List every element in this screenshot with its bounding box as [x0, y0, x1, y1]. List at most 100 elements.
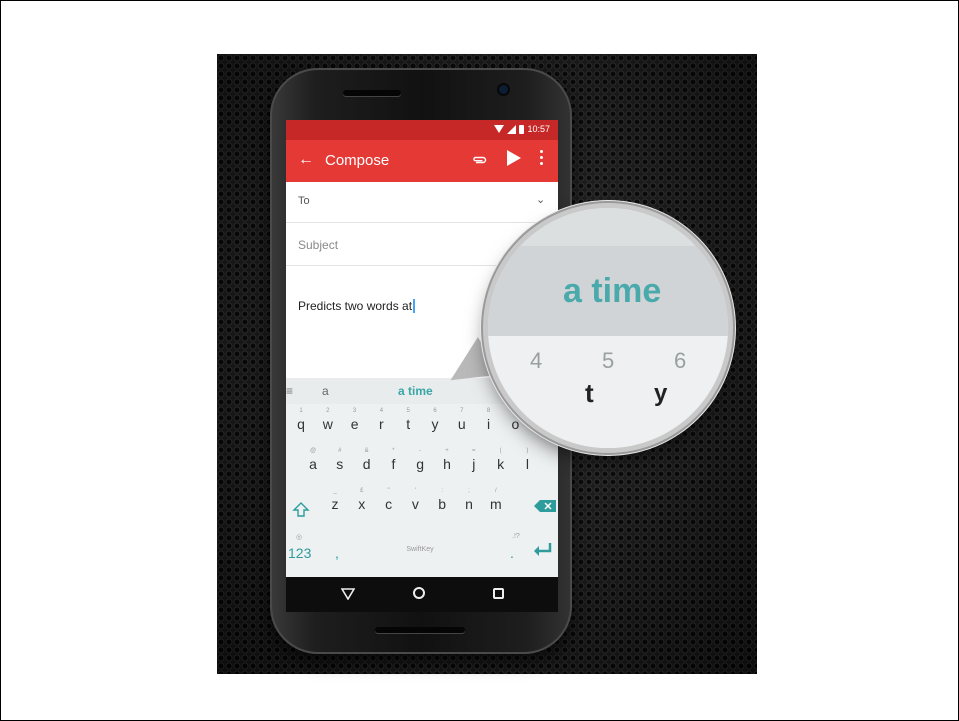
magnified-number: 4: [530, 348, 543, 373]
key-m[interactable]: / m: [483, 484, 509, 524]
shift-icon[interactable]: [292, 501, 310, 519]
key-b[interactable]: :b: [429, 484, 455, 524]
key-secondary-label: @: [309, 448, 317, 454]
keyboard-row-2: @ a # s & d * f - g + h = j(k) l: [286, 444, 558, 484]
signal-icon: [507, 124, 517, 134]
key-label: a: [309, 456, 317, 472]
key-label: r: [379, 416, 384, 432]
to-label: To: [298, 195, 310, 207]
key-secondary-label: =: [472, 448, 476, 454]
status-time: 10:57: [527, 124, 550, 134]
bottom-speaker: [375, 627, 465, 633]
text-cursor: [413, 299, 415, 313]
key-label: c: [385, 496, 393, 512]
chevron-down-icon[interactable]: ⌄: [536, 193, 545, 206]
key-secondary-label: -: [419, 448, 422, 454]
key-label: f: [391, 456, 396, 472]
key-y[interactable]: 6y: [422, 404, 448, 444]
key-secondary-label: :: [441, 488, 444, 494]
swiftkey-logo: SwiftKey: [406, 546, 434, 553]
key-l[interactable]: ) l: [514, 444, 540, 484]
magnified-number: 5: [602, 348, 615, 373]
key-n[interactable]: ; n: [456, 484, 482, 524]
magnified-letter: y: [654, 380, 668, 407]
key-secondary-label: 6: [433, 408, 437, 414]
key-secondary-label: ': [414, 488, 416, 494]
status-bar: 10:57: [286, 120, 558, 140]
key-secondary-label: *: [392, 448, 395, 454]
page-title: Compose: [325, 152, 390, 169]
front-camera: [499, 85, 508, 94]
menu-icon[interactable]: ≡: [286, 384, 293, 398]
numbers-key[interactable]: 123: [288, 545, 311, 561]
space-key[interactable]: SwiftKey: [350, 538, 490, 562]
key-label: n: [465, 496, 473, 512]
key-secondary-label: 2: [326, 408, 330, 414]
backspace-icon[interactable]: [534, 500, 556, 512]
key-d[interactable]: & d: [354, 444, 380, 484]
key-secondary-label: /: [494, 488, 497, 494]
period-alt-label: .!?: [512, 533, 520, 540]
nav-recents-icon[interactable]: [493, 588, 504, 599]
key-label: h: [443, 456, 451, 472]
key-secondary-label: +: [445, 448, 449, 454]
magnified-prediction: a time: [563, 272, 662, 310]
key-secondary-label: 1: [299, 408, 303, 414]
status-icons: 10:57: [494, 124, 550, 134]
key-z[interactable]: _ z: [322, 484, 348, 524]
key-r[interactable]: 4r: [368, 404, 394, 444]
key-secondary-label: &: [364, 448, 369, 454]
key-h[interactable]: + h: [434, 444, 460, 484]
magnified-letter: t: [585, 378, 594, 408]
navigation-bar: [286, 577, 558, 612]
key-label: v: [411, 496, 419, 512]
key-label: l: [525, 456, 529, 472]
key-label: b: [438, 496, 447, 512]
period-key[interactable]: .: [510, 545, 514, 561]
enter-icon[interactable]: [533, 542, 553, 556]
key-t[interactable]: 5t: [395, 404, 421, 444]
key-g[interactable]: -g: [407, 444, 433, 484]
earpiece-speaker: [343, 90, 401, 96]
key-label: s: [336, 456, 344, 472]
key-q[interactable]: 1q: [288, 404, 314, 444]
key-u[interactable]: 7u: [449, 404, 475, 444]
key-label: u: [457, 416, 466, 432]
key-label: d: [362, 456, 371, 472]
key-j[interactable]: = j: [461, 444, 487, 484]
prediction-center[interactable]: a time: [398, 384, 433, 398]
key-label: x: [358, 496, 366, 512]
message-body-text: Predicts two words at: [298, 299, 413, 313]
message-body[interactable]: Predicts two words at: [298, 299, 415, 313]
nav-home-icon[interactable]: [413, 587, 425, 599]
key-a[interactable]: @ a: [300, 444, 326, 484]
send-icon[interactable]: [507, 150, 521, 166]
globe-icon: ◎: [296, 534, 303, 541]
key-secondary-label: 7: [460, 408, 464, 414]
key-label: t: [406, 416, 411, 432]
key-w[interactable]: 2w: [315, 404, 341, 444]
magnifier-callout: a time 4 5 6 t y: [488, 208, 728, 448]
key-secondary-label: _: [333, 488, 337, 494]
key-f[interactable]: * f: [380, 444, 406, 484]
key-s[interactable]: # s: [327, 444, 353, 484]
key-label: w: [322, 416, 333, 432]
key-secondary-label: £: [360, 488, 364, 494]
attach-icon[interactable]: [472, 153, 488, 168]
keyboard-row-4: ◎ 123 , SwiftKey .!? .: [286, 524, 558, 577]
comma-key[interactable]: ,: [335, 545, 339, 561]
key-k[interactable]: (k: [488, 444, 514, 484]
prediction-left[interactable]: a: [322, 384, 329, 398]
key-secondary-label: #: [338, 448, 342, 454]
key-secondary-label: ": [387, 488, 390, 494]
key-x[interactable]: £ x: [349, 484, 375, 524]
key-label: q: [297, 416, 305, 432]
back-arrow-icon[interactable]: ←: [298, 151, 314, 169]
key-e[interactable]: 3e: [342, 404, 368, 444]
nav-back-icon[interactable]: [341, 588, 355, 600]
battery-icon: [519, 124, 525, 134]
more-options-icon[interactable]: [540, 150, 543, 168]
key-v[interactable]: ' v: [402, 484, 428, 524]
key-secondary-label: (: [499, 448, 502, 454]
key-c[interactable]: " c: [376, 484, 402, 524]
